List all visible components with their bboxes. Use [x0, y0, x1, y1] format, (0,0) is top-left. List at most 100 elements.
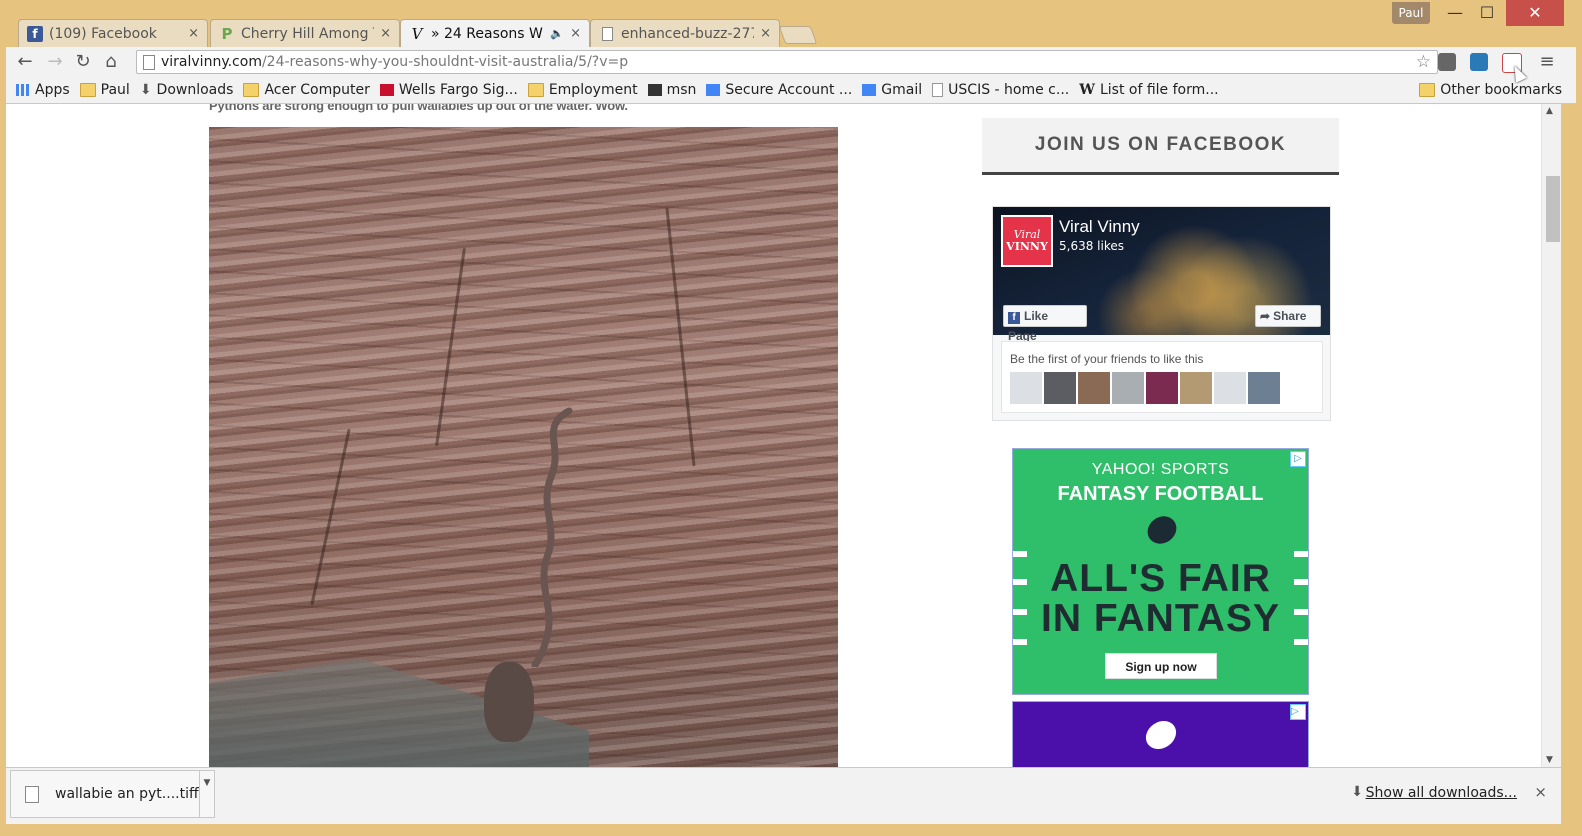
facebook-cover-image[interactable]: Viral VINNY Viral Vinny 5,638 likes f Lik… [993, 207, 1330, 343]
ad-tagline-2: IN FANTASY [1041, 597, 1280, 640]
chevron-down-icon[interactable]: ▼ [199, 771, 214, 817]
google-icon [706, 84, 721, 96]
bookmark-secure-account[interactable]: Secure Account ... [706, 82, 852, 98]
viral-vinny-logo[interactable]: Viral VINNY [1001, 215, 1053, 267]
friend-avatar[interactable] [1044, 372, 1076, 404]
bookmark-apps[interactable]: Apps [16, 82, 70, 98]
bookmark-folder-paul[interactable]: Paul [79, 82, 130, 98]
wells-fargo-icon [379, 84, 394, 96]
tab-title: Cherry Hill Among T [241, 25, 375, 42]
tab-enhanced-buzz[interactable]: enhanced-buzz-277 × [590, 19, 780, 47]
friend-avatar[interactable] [1214, 372, 1246, 404]
friend-avatar[interactable] [1112, 372, 1144, 404]
facebook-page-widget: Viral VINNY Viral Vinny 5,638 likes f Lik… [992, 206, 1331, 421]
bookmarks-bar: Apps Paul ⬇ Downloads Acer Computer Wells… [6, 77, 1576, 104]
ad-title: FANTASY FOOTBALL [1057, 483, 1264, 505]
wallaby [484, 662, 534, 742]
bookmark-other[interactable]: Other bookmarks [1419, 82, 1562, 98]
like-page-button[interactable]: f Like Page [1003, 305, 1087, 343]
scroll-down-icon[interactable]: ▼ [1546, 755, 1553, 765]
tab-title: (109) Facebook [49, 25, 157, 42]
extension-s-icon[interactable] [1470, 53, 1488, 71]
home-icon[interactable]: ⌂ [100, 51, 122, 73]
folder-icon [527, 83, 544, 97]
url-host: viralvinny.com [161, 54, 262, 70]
toolbar: ← → ↻ ⌂ viralvinny.com/24-reasons-why-yo… [6, 47, 1576, 77]
download-file-name: wallabie an pyt....tiff [55, 786, 199, 802]
maximize-button[interactable]: ☐ [1472, 0, 1502, 26]
rock-crack [310, 428, 351, 606]
tab-viralvinny[interactable]: V » 24 Reasons Why 🔈 × [400, 19, 590, 47]
facebook-icon: f [27, 25, 43, 42]
friend-avatar[interactable] [1010, 372, 1042, 404]
football-icon [1140, 715, 1182, 755]
facebook-heading: JOIN US ON FACEBOOK [982, 118, 1339, 175]
second-ad[interactable]: ▷ [1012, 701, 1309, 767]
profile-button[interactable]: Paul [1392, 2, 1430, 24]
back-icon[interactable]: ← [14, 51, 36, 73]
bookmark-wells-fargo[interactable]: Wells Fargo Sig... [379, 82, 518, 98]
bookmark-folder-acer[interactable]: Acer Computer [243, 82, 370, 98]
page-viewport: Pythons are strong enough to pull wallab… [6, 104, 1561, 767]
close-window-button[interactable]: ✕ [1506, 0, 1564, 26]
bookmark-folder-employment[interactable]: Employment [527, 82, 638, 98]
v-icon: V [411, 24, 423, 43]
show-all-downloads-link[interactable]: Show all downloads... [1366, 785, 1517, 801]
facebook-icon: f [1008, 312, 1020, 324]
scrollbar[interactable]: ▲ ▼ [1541, 104, 1561, 767]
bookmark-msn[interactable]: msn [647, 82, 696, 98]
page-icon [932, 83, 944, 97]
folder-icon [79, 83, 96, 97]
folder-icon [243, 83, 260, 97]
tab-title: » 24 Reasons Why [431, 25, 544, 42]
ad-tagline-1: ALL'S FAIR [1050, 557, 1271, 600]
tab-close-icon[interactable]: × [188, 26, 199, 41]
bookmark-uscis[interactable]: USCIS - home c... [932, 82, 1069, 98]
share-button[interactable]: ➦ Share [1255, 305, 1321, 327]
download-item[interactable]: wallabie an pyt....tiff ▼ [10, 770, 215, 818]
page-info-icon[interactable] [143, 55, 155, 70]
page-icon [599, 26, 615, 42]
file-icon [25, 785, 39, 803]
bookmark-wikipedia[interactable]: W List of file form... [1079, 82, 1218, 98]
extension-icon[interactable] [1438, 53, 1456, 71]
tab-close-icon[interactable]: × [760, 26, 771, 41]
python-snake [531, 407, 573, 667]
bookmark-star-icon[interactable]: ☆ [1416, 51, 1431, 73]
browser-window: Paul — ☐ ✕ f (109) Facebook × P Cherry H… [0, 0, 1582, 836]
facebook-friends-box: Be the first of your friends to like thi… [1001, 341, 1323, 413]
rock-crack [435, 247, 466, 447]
yahoo-fantasy-ad[interactable]: ▷ YAHOO! SPORTS FANTASY FOOTBALL ALL'S F… [1012, 448, 1309, 695]
folder-icon [1419, 83, 1436, 97]
bookmark-downloads[interactable]: ⬇ Downloads [140, 82, 234, 98]
scroll-thumb[interactable] [1546, 176, 1560, 242]
bookmark-gmail[interactable]: Gmail [862, 82, 922, 98]
ad-signup-button[interactable]: Sign up now [1105, 653, 1217, 679]
forward-icon[interactable]: → [44, 51, 66, 73]
friend-avatar[interactable] [1078, 372, 1110, 404]
friend-faces [1010, 372, 1280, 404]
share-arrow-icon: ➦ [1260, 309, 1271, 323]
scroll-up-icon[interactable]: ▲ [1546, 106, 1553, 116]
address-bar[interactable]: viralvinny.com/24-reasons-why-you-should… [136, 50, 1438, 74]
football-icon [1142, 510, 1182, 550]
image-caption: Pythons are strong enough to pull wallab… [209, 104, 628, 113]
download-arrow-icon: ⬇ [139, 82, 152, 98]
tab-close-icon[interactable]: × [380, 26, 391, 41]
new-tab-button[interactable] [778, 26, 818, 44]
facebook-page-name[interactable]: Viral Vinny [1059, 217, 1140, 237]
close-icon[interactable]: × [1534, 783, 1547, 801]
tab-cherry-hill[interactable]: P Cherry Hill Among T × [210, 19, 400, 47]
friend-avatar[interactable] [1248, 372, 1280, 404]
facebook-like-count: 5,638 likes [1059, 239, 1124, 253]
friend-avatar[interactable] [1180, 372, 1212, 404]
minimize-button[interactable]: — [1440, 0, 1470, 26]
reload-icon[interactable]: ↻ [72, 51, 94, 73]
tab-close-icon[interactable]: × [570, 26, 581, 41]
adchoices-icon[interactable]: ▷ [1290, 704, 1306, 720]
ad-brand: YAHOO! SPORTS [1091, 461, 1230, 478]
friend-avatar[interactable] [1146, 372, 1178, 404]
menu-icon[interactable]: ≡ [1536, 51, 1558, 73]
tab-facebook[interactable]: f (109) Facebook × [18, 19, 208, 47]
audio-icon[interactable]: 🔈 [550, 27, 564, 40]
